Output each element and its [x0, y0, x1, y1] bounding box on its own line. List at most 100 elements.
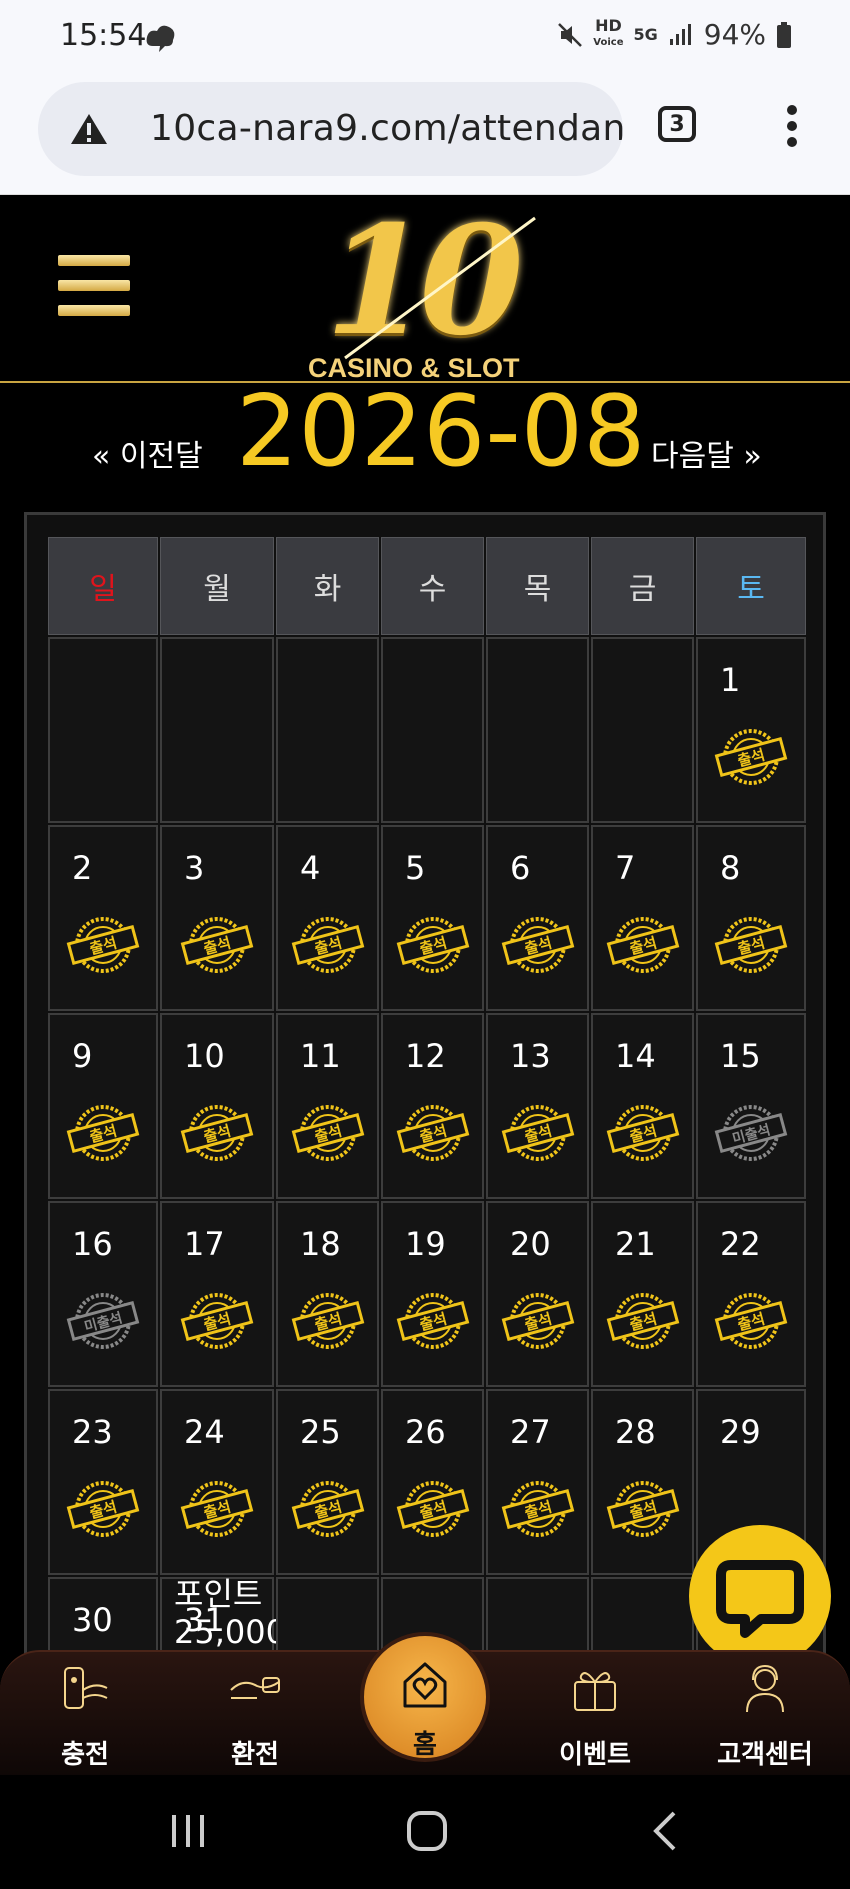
signal-icon [669, 23, 691, 45]
day-cell: 1 출석 [696, 637, 806, 823]
chat-bubble-icon [716, 1560, 804, 1638]
attended-stamp-icon: 출석 [66, 917, 140, 973]
attendance-calendar: 일 월 화 수 목 금 토 1 출석 2 출석 3 출석 4 출석 5 출석 6 출석 7 출… [48, 537, 806, 1763]
recent-apps-icon[interactable] [168, 1811, 208, 1851]
headset-icon [746, 1664, 784, 1713]
weekday-sat: 토 [696, 537, 806, 635]
attended-stamp-icon: 출석 [606, 1105, 679, 1161]
day-number: 21 [615, 1225, 656, 1263]
more-menu-icon[interactable] [786, 104, 798, 148]
day-cell: 8 출석 [696, 825, 806, 1011]
day-cell: 23 출석 [48, 1389, 158, 1575]
day-cell: 3 출석 [160, 825, 274, 1011]
day-number: 3 [184, 849, 205, 887]
attended-stamp-icon: 출석 [714, 1293, 788, 1349]
day-number: 19 [405, 1225, 446, 1263]
day-number: 20 [510, 1225, 551, 1263]
absent-stamp-icon: 미출석 [714, 1105, 788, 1161]
attended-stamp-icon: 출석 [501, 1481, 574, 1537]
day-number: 30 [72, 1601, 113, 1639]
day-cell: 11 출석 [276, 1013, 379, 1199]
day-number: 25 [300, 1413, 341, 1451]
warning-icon[interactable] [70, 112, 108, 146]
day-number: 26 [405, 1413, 446, 1451]
day-cell: 7 출석 [591, 825, 694, 1011]
day-cell: 24 출석 [160, 1389, 274, 1575]
attended-stamp-icon: 출석 [180, 1105, 254, 1161]
day-cell: 25 출석 [276, 1389, 379, 1575]
day-number: 16 [72, 1225, 113, 1263]
day-cell-empty [48, 637, 158, 823]
live-chat-button[interactable] [689, 1525, 831, 1667]
weekday-tue: 화 [276, 537, 379, 635]
day-number: 11 [300, 1037, 341, 1075]
day-number: 24 [184, 1413, 225, 1451]
nav-home-button[interactable]: 홈 [360, 1632, 490, 1762]
attended-stamp-icon: 출석 [501, 917, 574, 973]
day-cell: 19 출석 [381, 1201, 484, 1387]
day-number: 22 [720, 1225, 761, 1263]
day-cell: 18 출석 [276, 1201, 379, 1387]
day-number: 23 [72, 1413, 113, 1451]
site-logo[interactable]: 10 CASINO & SLOT [300, 193, 550, 383]
day-cell: 9 출석 [48, 1013, 158, 1199]
attended-stamp-icon: 출석 [396, 1293, 469, 1349]
day-cell-empty [276, 637, 379, 823]
status-icons: HD Voice 5G 94% [557, 18, 792, 51]
day-cell-empty [486, 637, 589, 823]
points-value: 25,000 [174, 1613, 286, 1651]
tab-switcher-button[interactable]: 3 [658, 106, 696, 142]
nav-charge[interactable]: 충전 [25, 1660, 145, 1771]
prev-month-link[interactable]: « 이전달 [92, 431, 203, 475]
day-number: 13 [510, 1037, 551, 1075]
attended-stamp-icon: 출석 [291, 1105, 364, 1161]
day-number: 1 [720, 661, 741, 699]
nav-exchange[interactable]: 환전 [195, 1660, 315, 1771]
attended-stamp-icon: 출석 [291, 1481, 364, 1537]
logo-slash [344, 216, 536, 360]
mute-icon [558, 22, 583, 47]
hd-voice-label: HD [595, 16, 622, 35]
back-icon[interactable] [650, 1809, 680, 1853]
month-navigation: « 이전달 2026-08 다음달 » [0, 375, 850, 489]
day-number: 27 [510, 1413, 551, 1451]
day-cell: 27 출석 [486, 1389, 589, 1575]
day-number: 15 [720, 1037, 761, 1075]
day-cell: 2 출석 [48, 825, 158, 1011]
day-cell: 28 출석 [591, 1389, 694, 1575]
attended-stamp-icon: 출석 [66, 1105, 140, 1161]
attended-stamp-icon: 출석 [291, 917, 364, 973]
nav-event-label: 이벤트 [559, 1740, 631, 1770]
attended-stamp-icon: 출석 [714, 917, 788, 973]
url-field[interactable]: 10ca-nara9.com/attendance2 [38, 82, 623, 176]
menu-icon[interactable] [58, 255, 130, 317]
home-icon[interactable] [405, 1809, 449, 1853]
day-cell-empty [160, 637, 274, 823]
current-month: 2026-08 [236, 375, 646, 489]
url-text[interactable]: 10ca-nara9.com/attendance2 [150, 108, 623, 149]
nav-support[interactable]: 고객센터 [705, 1660, 825, 1771]
day-cell: 20 출석 [486, 1201, 589, 1387]
gift-icon [574, 1672, 616, 1711]
day-number: 29 [720, 1413, 761, 1451]
day-cell: 15 미출석 [696, 1013, 806, 1199]
attended-stamp-icon: 출석 [291, 1293, 364, 1349]
nav-event[interactable]: 이벤트 [535, 1660, 655, 1771]
day-cell: 6 출석 [486, 825, 589, 1011]
day-number: 14 [615, 1037, 656, 1075]
attended-stamp-icon: 출석 [714, 729, 788, 785]
attended-stamp-icon: 출석 [180, 1481, 254, 1537]
voice-label: Voice [593, 37, 624, 48]
next-month-link[interactable]: 다음달 » [651, 431, 762, 475]
day-number: 17 [184, 1225, 225, 1263]
day-number: 8 [720, 849, 741, 887]
day-number: 9 [72, 1037, 93, 1075]
attended-stamp-icon: 출석 [180, 917, 254, 973]
day-cell: 12 출석 [381, 1013, 484, 1199]
day-number: 6 [510, 849, 531, 887]
day-number: 28 [615, 1413, 656, 1451]
nav-exchange-label: 환전 [231, 1740, 279, 1770]
weekday-mon: 월 [160, 537, 274, 635]
weekday-wed: 수 [381, 537, 484, 635]
system-navigation-bar [0, 1775, 850, 1889]
